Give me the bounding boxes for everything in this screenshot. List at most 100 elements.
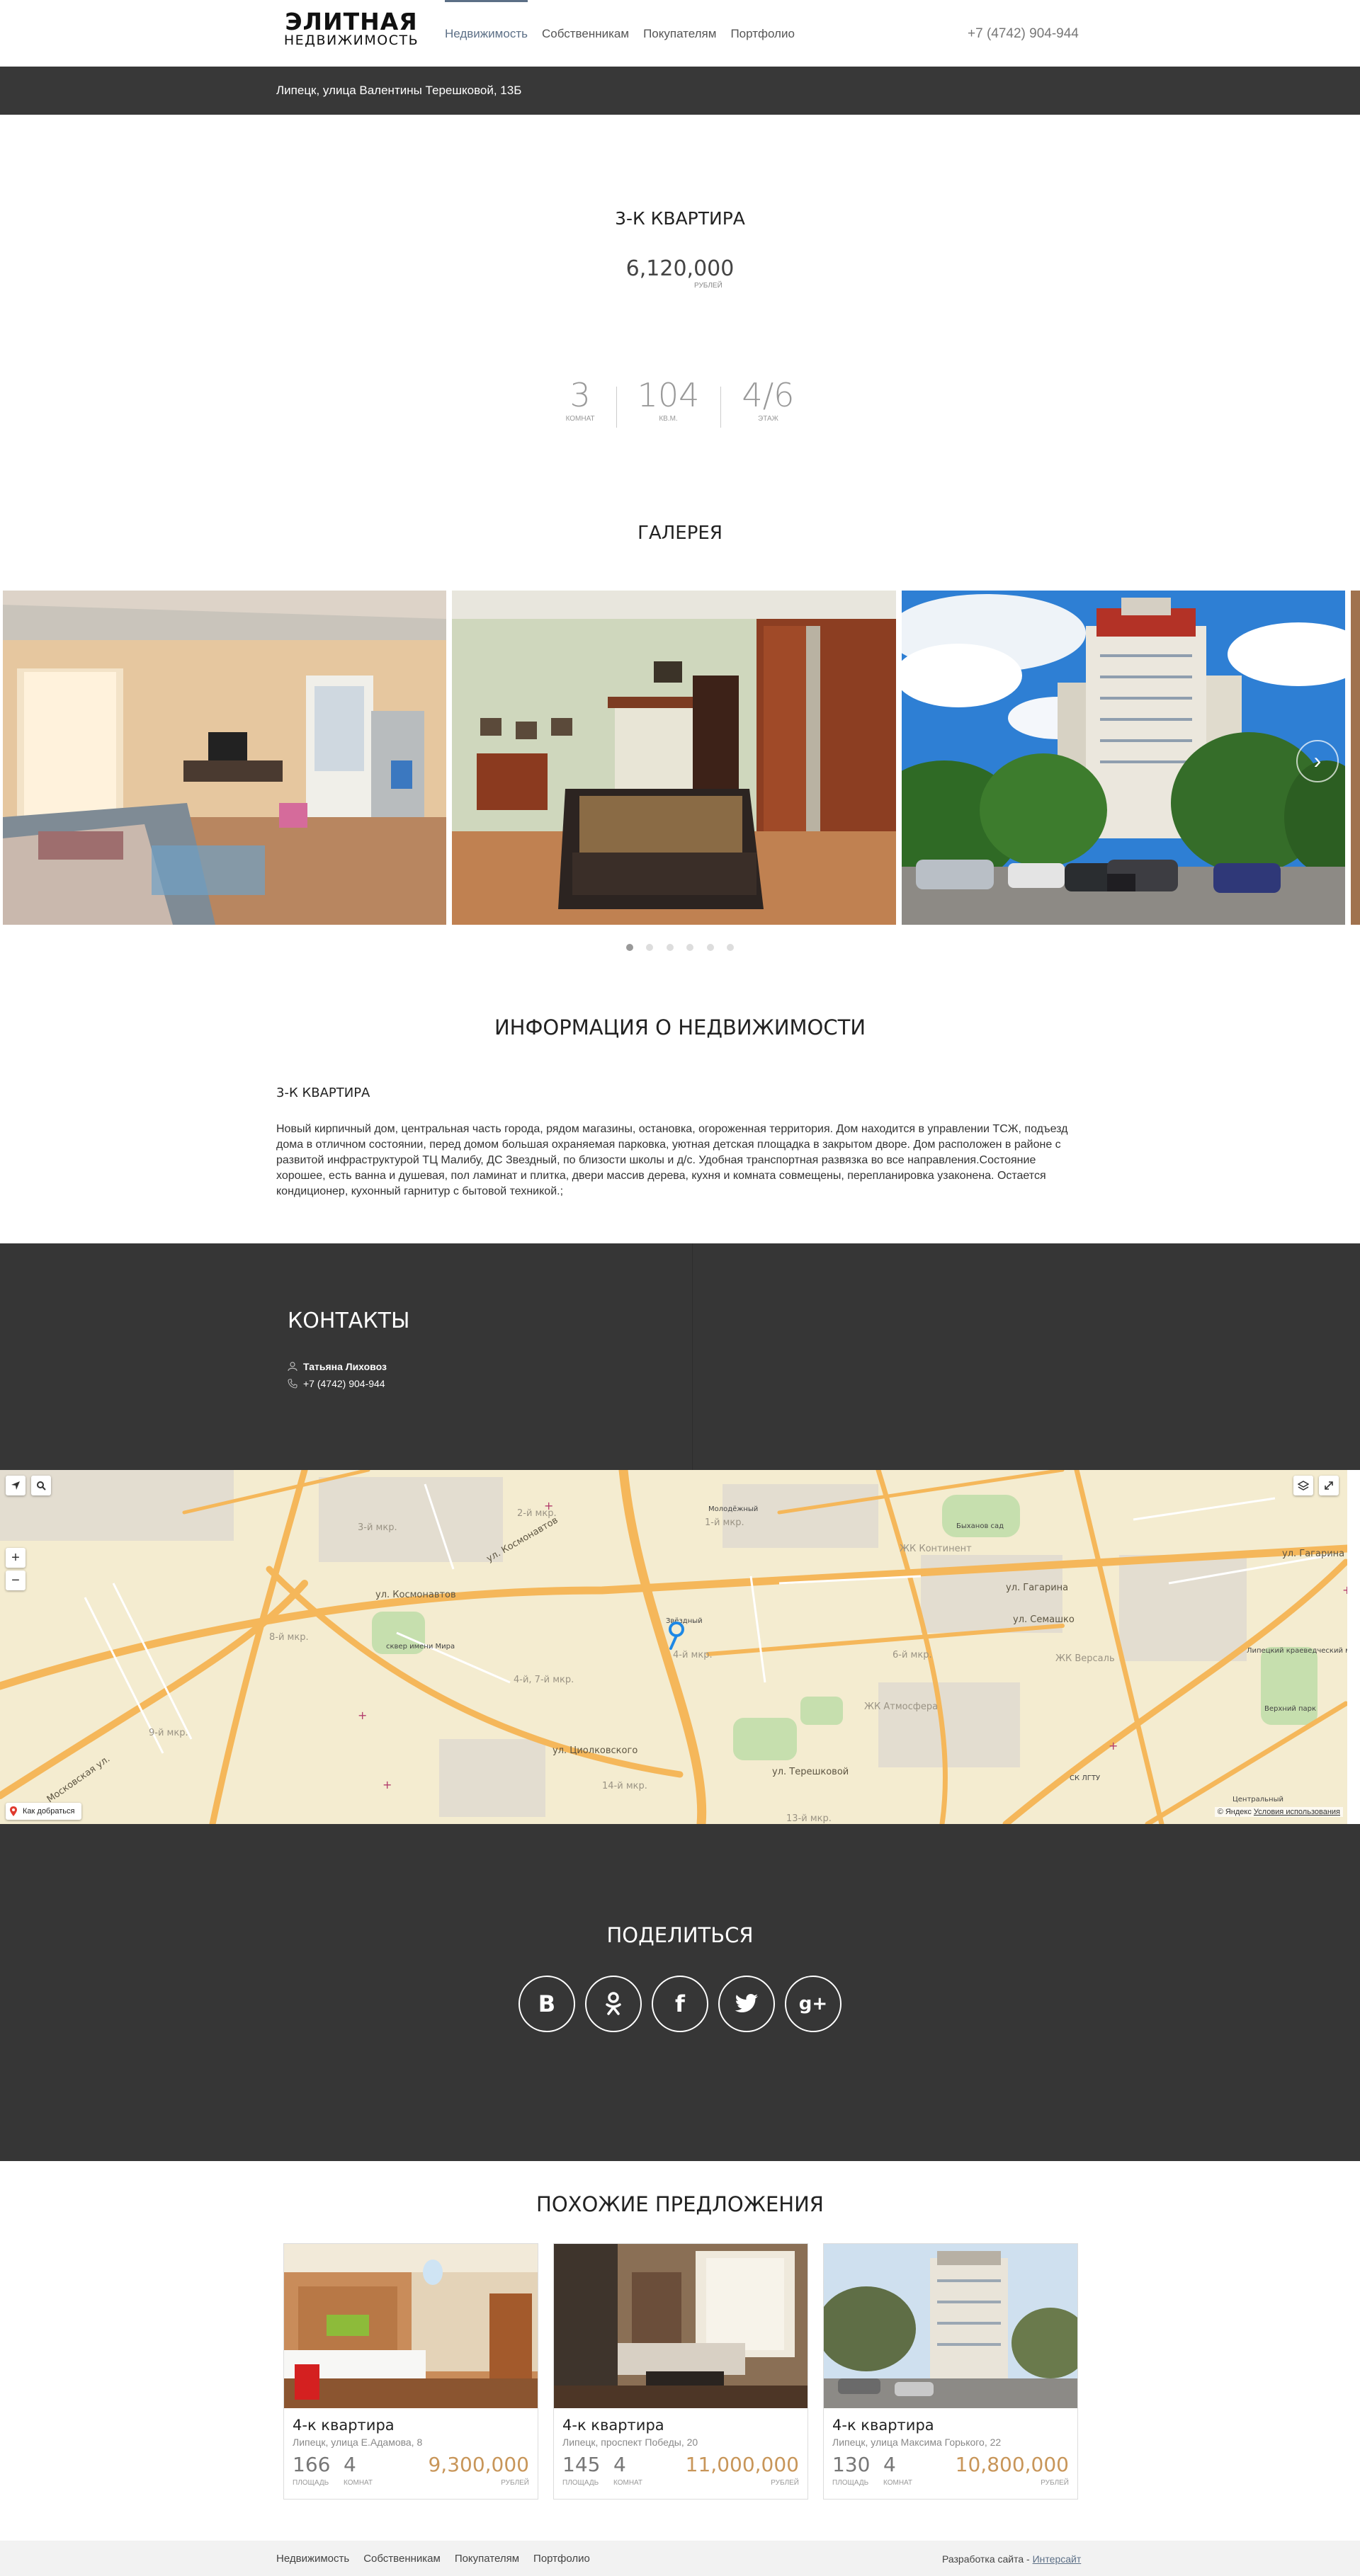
stat-rooms: 3 комнат: [545, 375, 616, 432]
gallery-carousel[interactable]: [0, 591, 1360, 926]
footer-nav-portfolio[interactable]: Портфолио: [533, 2553, 590, 2565]
stat-area-label: кв.м.: [659, 415, 678, 423]
map-label-district-8: 8-й мкр.: [269, 1632, 309, 1643]
map-route-button[interactable]: Как добраться: [6, 1803, 82, 1820]
map-terms-link[interactable]: Условия использования: [1254, 1808, 1340, 1816]
map-canvas[interactable]: ул. Гагарина ул. Гагарина ул. Космонавто…: [0, 1470, 1360, 1824]
vk-icon: В: [538, 1990, 556, 2017]
similar-card[interactable]: 4-к квартира Липецк, проспект Победы, 20…: [553, 2243, 808, 2500]
card-title: 4-к квартира: [562, 2417, 664, 2434]
share-google-plus-button[interactable]: g+: [785, 1976, 842, 2032]
gallery-photo-living-room[interactable]: [3, 591, 446, 925]
map-zoom-out-button[interactable]: −: [6, 1571, 26, 1590]
property-title: 3-К КВАРТИРА: [615, 208, 745, 229]
map-search-button[interactable]: [31, 1476, 51, 1495]
card-rooms: 4: [613, 2453, 626, 2476]
stat-area-value: 104: [637, 376, 700, 414]
map-label-gagarina: ул. Гагарина: [1006, 1583, 1068, 1593]
nav-item-portfolio[interactable]: Портфолио: [730, 0, 794, 67]
card-photo-kitchen[interactable]: [284, 2244, 538, 2408]
contact-phone[interactable]: +7 (4742) 904-944: [303, 1378, 385, 1389]
card-price-unit: рублей: [501, 2479, 529, 2487]
gallery-next-button[interactable]: ›: [1296, 740, 1339, 782]
logo[interactable]: ЭЛИТНАЯ НЕДВИЖИМОСТЬ: [280, 10, 422, 47]
nav-item-owners[interactable]: Собственникам: [542, 0, 629, 67]
card-area: 145: [562, 2453, 601, 2476]
gallery-dot-2[interactable]: [646, 944, 654, 951]
phone-icon: [288, 1379, 298, 1389]
map-label-district-4-7: 4-й, 7-й мкр.: [514, 1675, 574, 1685]
info-description: Новый кирпичный дом, центральная часть г…: [276, 1123, 1068, 1197]
similar-title: ПОХОЖИЕ ПРЕДЛОЖЕНИЯ: [536, 2192, 824, 2216]
minus-icon: −: [11, 1572, 20, 1588]
map-label-verkhny-park: Верхний парк: [1264, 1705, 1316, 1713]
map-label-museum: Липецкий краеведческий музей: [1247, 1647, 1360, 1655]
stat-floor: 4/6 этаж: [720, 375, 815, 432]
footer-nav-buyers[interactable]: Покупателям: [455, 2553, 519, 2565]
stat-rooms-value: 3: [570, 376, 591, 414]
layers-icon: [1298, 1481, 1309, 1491]
card-area-label: площадь: [832, 2479, 869, 2487]
map-copyright-text: © Яндекс: [1217, 1808, 1252, 1816]
share-vk-button[interactable]: В: [518, 1976, 575, 2032]
gallery-dot-3[interactable]: [666, 944, 674, 951]
card-area-label: площадь: [562, 2479, 599, 2487]
footer-nav-realty[interactable]: Недвижимость: [276, 2553, 349, 2565]
map-copyright: © Яндекс Условия использования: [1214, 1807, 1343, 1817]
odnoklassniki-icon: [606, 1992, 621, 2015]
nav-item-buyers[interactable]: Покупателям: [643, 0, 716, 67]
gallery-photo-next-peek: [1351, 591, 1360, 925]
map-edge: [1347, 1470, 1360, 1824]
map-label-lgtu: СК ЛГТУ: [1070, 1774, 1100, 1782]
svg-text:+: +: [358, 1709, 367, 1722]
card-address: Липецк, улица Е.Адамова, 8: [293, 2437, 423, 2448]
similar-card[interactable]: 4-к квартира Липецк, улица Е.Адамова, 8 …: [283, 2243, 538, 2500]
footer-dev-prefix: Разработка сайта -: [942, 2553, 1030, 2565]
footer-nav-owners[interactable]: Собственникам: [363, 2553, 441, 2565]
gallery-pagination: [0, 942, 1360, 954]
card-area: 166: [293, 2453, 331, 2476]
address-bar: Липецк, улица Валентины Терешковой, 13Б: [0, 67, 1360, 115]
map-zoom-in-button[interactable]: +: [6, 1548, 26, 1568]
map-label-district-4: 4-й мкр.: [673, 1650, 713, 1660]
header-phone[interactable]: +7 (4742) 904-944: [968, 26, 1079, 42]
gallery-dot-5[interactable]: [706, 944, 714, 951]
footer-nav: Недвижимость Собственникам Покупателям П…: [276, 2553, 604, 2565]
contact-phone-row[interactable]: +7 (4742) 904-944: [288, 1378, 385, 1389]
gallery-photo-building[interactable]: [902, 591, 1345, 925]
plus-icon: +: [11, 1549, 20, 1566]
contacts-divider: [692, 1243, 693, 1470]
share-odnoklassniki-button[interactable]: [585, 1976, 642, 2032]
share-facebook-button[interactable]: f: [652, 1976, 708, 2032]
card-photo-living-room[interactable]: [554, 2244, 808, 2408]
map-label-tsiolkovskogo: ул. Циолковского: [552, 1745, 638, 1756]
card-price-unit: рублей: [1041, 2479, 1069, 2487]
gallery-photo-bedroom[interactable]: [452, 591, 896, 925]
map-label-park-mira: сквер имени Мира: [386, 1643, 455, 1651]
share-twitter-button[interactable]: [718, 1976, 775, 2032]
card-address: Липецк, проспект Победы, 20: [562, 2437, 698, 2448]
price-unit: рублей: [694, 282, 722, 290]
gallery-dot-6[interactable]: [727, 944, 735, 951]
gallery-title: ГАЛЕРЕЯ: [638, 523, 722, 544]
property-price: 6,120,000: [625, 256, 735, 281]
nav-item-realty[interactable]: Недвижимость: [445, 0, 528, 67]
site-header: ЭЛИТНАЯ НЕДВИЖИМОСТЬ Недвижимость Собств…: [0, 0, 1360, 67]
gallery-dot-4[interactable]: [686, 944, 694, 951]
contacts-section: КОНТАКТЫ Татьяна Лиховоз +7 (4742) 904-9…: [0, 1243, 1360, 1470]
card-photo-building[interactable]: [824, 2244, 1077, 2408]
map-label-bykhanov: Быханов сад: [956, 1522, 1004, 1530]
similar-card[interactable]: 4-к квартира Липецк, улица Максима Горьк…: [823, 2243, 1078, 2500]
map-geolocation-button[interactable]: [6, 1476, 26, 1495]
gallery-dot-1[interactable]: [625, 944, 633, 951]
map-label-district-6: 6-й мкр.: [892, 1650, 932, 1660]
map-marker-icon: [10, 1806, 17, 1816]
card-area-label: площадь: [293, 2479, 329, 2487]
map-label-zhk-atmosfera: ЖК Атмосфера: [864, 1702, 938, 1712]
yandex-map[interactable]: ул. Гагарина ул. Гагарина ул. Космонавто…: [0, 1470, 1360, 1824]
footer-developer: Разработка сайта - Интерсайт: [942, 2553, 1081, 2565]
footer-dev-link[interactable]: Интерсайт: [1033, 2553, 1082, 2565]
map-layers-button[interactable]: [1293, 1476, 1313, 1495]
map-label-district-14: 14-й мкр.: [602, 1781, 647, 1791]
map-fullscreen-button[interactable]: [1319, 1476, 1339, 1495]
